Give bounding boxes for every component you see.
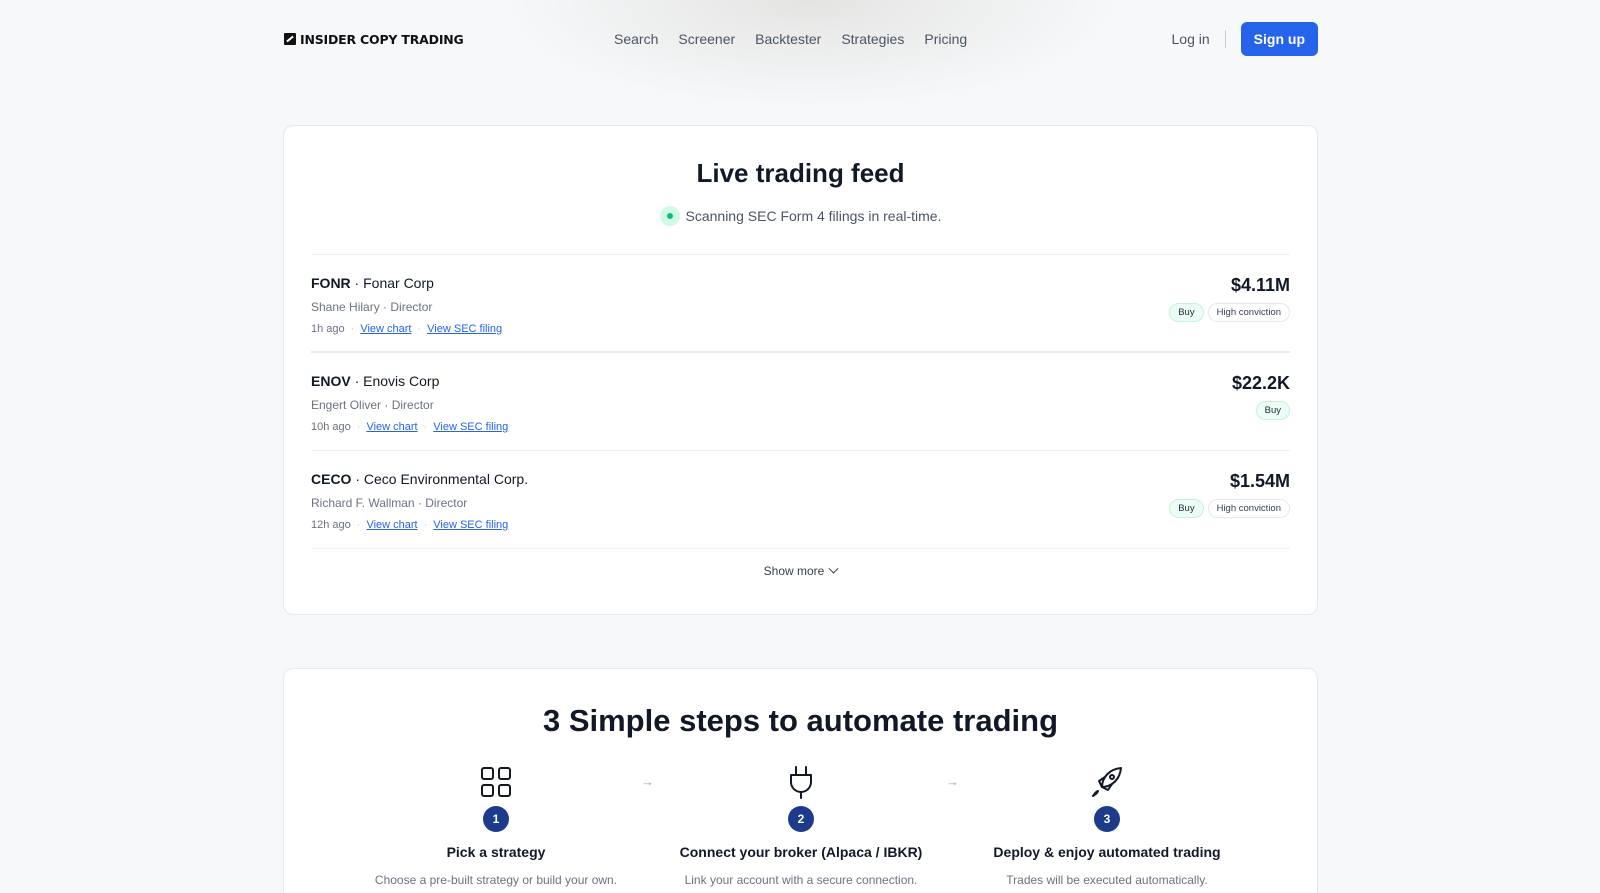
steps-title: 3 Simple steps to automate trading (542, 703, 1059, 738)
step-title: Pick a strategy (446, 844, 546, 860)
trade-amount: $22.2K (1231, 373, 1290, 393)
site-header: INSIDER COPY TRADING Search Screener Bac… (284, 22, 1318, 56)
view-sec-filing-link[interactable]: View SEC filing (433, 519, 508, 531)
view-sec-filing-link[interactable]: View SEC filing (427, 323, 502, 335)
logo-icon (284, 33, 296, 45)
step-2: 2 Connect your broker (Alpaca / IBKR) Li… (661, 764, 941, 889)
show-more-label: Show more (763, 564, 825, 578)
feed-row: ENOV · Enovis Corp Engert Oliver · Direc… (311, 353, 1290, 451)
step-1: 1 Pick a strategy Choose a pre-built str… (356, 764, 636, 889)
step-number: 1 (483, 806, 509, 832)
header-actions: Log in Sign up (1172, 22, 1318, 56)
step-description: Trades will be executed automatically. (1006, 873, 1208, 887)
meta-separator: · (350, 323, 355, 335)
meta-separator: · (417, 323, 422, 335)
insider-name: Richard F. Wallman · Director (311, 496, 468, 510)
trade-amount: $1.54M (1229, 471, 1290, 491)
main-nav: Search Screener Backtester Strategies Pr… (614, 31, 967, 47)
feed-row: CECO · Ceco Environmental Corp. Richard … (311, 451, 1290, 549)
live-feed-card: Live trading feed Scanning SEC Form 4 fi… (283, 125, 1318, 615)
header-divider (1224, 30, 1226, 48)
view-chart-link[interactable]: View chart (366, 519, 417, 531)
step-description: Link your account with a secure connecti… (684, 873, 918, 887)
conviction-badge: High conviction (1207, 499, 1290, 518)
rocket-icon (967, 764, 1247, 800)
view-chart-link[interactable]: View chart (366, 421, 417, 433)
row-title: FONR · Fonar Corp (311, 275, 502, 291)
company-name: · Fonar Corp (350, 275, 434, 291)
row-title: ENOV · Enovis Corp (311, 373, 508, 389)
plug-icon (661, 764, 941, 800)
row-title: CECO · Ceco Environmental Corp. (311, 471, 528, 487)
insider-name: Shane Hilary · Director (311, 300, 433, 314)
buy-badge: Buy (1169, 499, 1204, 518)
login-link[interactable]: Log in (1172, 31, 1210, 47)
time-ago: 1h ago (311, 323, 345, 335)
meta-separator: · (423, 519, 428, 531)
step-title: Connect your broker (Alpaca / IBKR) (679, 844, 923, 860)
buy-badge: Buy (1255, 401, 1290, 420)
buy-badge: Buy (1169, 303, 1204, 322)
company-name: · Ceco Environmental Corp. (351, 471, 529, 487)
live-indicator-icon (659, 206, 680, 226)
step-title: Deploy & enjoy automated trading (993, 844, 1221, 860)
meta-separator: · (356, 519, 361, 531)
meta-separator: · (423, 421, 428, 433)
nav-screener[interactable]: Screener (678, 31, 735, 47)
step-3: 3 Deploy & enjoy automated trading Trade… (967, 764, 1247, 889)
view-chart-link[interactable]: View chart (360, 323, 411, 335)
grid-icon (356, 764, 636, 800)
brand-name: INSIDER COPY TRADING (300, 31, 464, 47)
company-name: · Enovis Corp (350, 373, 440, 389)
show-more-button[interactable]: Show more (284, 563, 1317, 578)
conviction-badge: High conviction (1207, 303, 1290, 322)
time-ago: 10h ago (311, 421, 351, 433)
feed-subtitle-text: Scanning SEC Form 4 filings in real-time… (685, 208, 942, 224)
nav-backtester[interactable]: Backtester (755, 31, 821, 47)
ticker: FONR (311, 275, 351, 291)
trade-amount: $4.11M (1230, 275, 1290, 295)
ticker: ENOV (311, 373, 351, 389)
nav-search[interactable]: Search (614, 31, 658, 47)
row-meta: 10h ago · View chart · View SEC filing (311, 421, 508, 433)
step-number: 2 (788, 806, 814, 832)
step-number: 3 (1094, 806, 1120, 832)
row-meta: 1h ago · View chart · View SEC filing (311, 323, 502, 335)
arrow-right-icon: → (641, 774, 654, 789)
row-meta: 12h ago · View chart · View SEC filing (311, 519, 528, 531)
steps-card: 3 Simple steps to automate trading 1 Pic… (283, 668, 1318, 893)
feed-list: FONR · Fonar Corp Shane Hilary · Directo… (311, 254, 1290, 549)
step-description: Choose a pre-built strategy or build you… (374, 873, 618, 887)
ticker: CECO (311, 471, 352, 487)
feed-title: Live trading feed (696, 158, 905, 188)
nav-strategies[interactable]: Strategies (841, 31, 904, 47)
feed-row: FONR · Fonar Corp Shane Hilary · Directo… (311, 255, 1290, 353)
time-ago: 12h ago (311, 519, 351, 531)
signup-button[interactable]: Sign up (1240, 22, 1318, 56)
meta-separator: · (356, 421, 361, 433)
chevron-down-icon (828, 563, 839, 574)
nav-pricing[interactable]: Pricing (924, 31, 967, 47)
insider-name: Engert Oliver · Director (311, 398, 434, 412)
feed-subtitle: Scanning SEC Form 4 filings in real-time… (284, 206, 1317, 226)
brand-logo[interactable]: INSIDER COPY TRADING (284, 32, 614, 47)
view-sec-filing-link[interactable]: View SEC filing (433, 421, 508, 433)
arrow-right-icon: → (946, 774, 959, 789)
